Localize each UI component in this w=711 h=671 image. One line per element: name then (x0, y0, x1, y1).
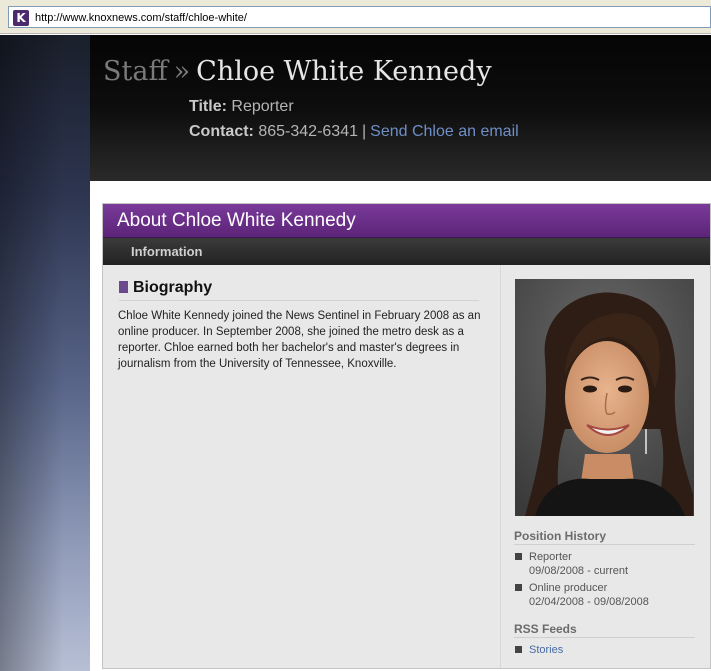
staff-photo (515, 279, 694, 516)
position-item: Online producer 02/04/2008 - 09/08/2008 (514, 581, 695, 609)
position-item: Reporter 09/08/2008 - current (514, 550, 695, 578)
tab-information[interactable]: Information (131, 244, 203, 260)
url-field[interactable]: K http://www.knoxnews.com/staff/chloe-wh… (8, 6, 711, 28)
site-favicon-icon: K (13, 10, 29, 26)
position-role: Online producer (529, 582, 608, 594)
browser-address-bar: K http://www.knoxnews.com/staff/chloe-wh… (0, 0, 711, 34)
breadcrumb-staff[interactable]: Staff (103, 56, 168, 87)
staff-name: Chloe White Kennedy (196, 56, 492, 87)
bullet-square-icon (515, 584, 522, 591)
biography-text: Chloe White Kennedy joined the News Sent… (118, 310, 481, 370)
about-panel: About Chloe White Kennedy Information Bi… (102, 203, 711, 669)
tab-bar: Information (103, 238, 710, 265)
rss-feeds-heading: RSS Feeds (514, 622, 695, 638)
column-divider (500, 265, 502, 668)
rss-stories-link[interactable]: Stories (529, 644, 563, 656)
contact-separator: | (361, 123, 367, 140)
left-background (0, 35, 90, 671)
position-dates: 09/08/2008 - current (529, 565, 629, 577)
staff-header: Staff» Chloe White Kennedy Title: Reporte… (90, 35, 711, 181)
send-email-link[interactable]: Send Chloe an email (370, 123, 519, 140)
biography-heading: Biography (119, 279, 479, 301)
position-history-heading: Position History (514, 529, 695, 545)
about-title: About Chloe White Kennedy (117, 210, 356, 231)
position-role: Reporter (529, 551, 572, 563)
phone-number: 865-342-6341 (258, 123, 358, 140)
biography-title: Biography (133, 279, 213, 296)
staff-portrait-image (515, 279, 694, 516)
section-square-icon (119, 281, 128, 293)
bullet-square-icon (515, 553, 522, 560)
page-title: Staff» Chloe White Kennedy (103, 55, 492, 89)
about-header-bar: About Chloe White Kennedy (103, 204, 710, 238)
title-label: Title: (189, 98, 227, 115)
url-text[interactable]: http://www.knoxnews.com/staff/chloe-whit… (35, 10, 247, 26)
rss-item: Stories (514, 643, 695, 657)
contact-label: Contact: (189, 123, 254, 140)
position-dates: 02/04/2008 - 09/08/2008 (529, 596, 649, 608)
contact-row: Contact: 865-342-6341 | Send Chloe an emai… (189, 122, 519, 142)
title-row: Title: Reporter (189, 97, 294, 117)
bullet-square-icon (515, 646, 522, 653)
breadcrumb-separator: » (173, 56, 191, 87)
title-value: Reporter (231, 98, 294, 115)
